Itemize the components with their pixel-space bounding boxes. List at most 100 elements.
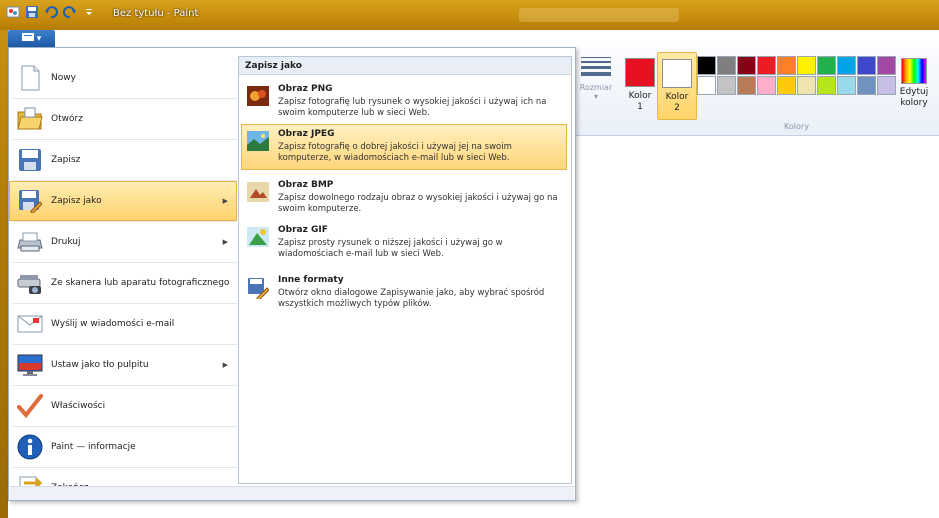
bmp-image-icon xyxy=(247,182,269,202)
redo-icon[interactable] xyxy=(63,5,77,19)
file-menu-item-label: Właściwości xyxy=(51,401,106,411)
save-as-option[interactable]: Obraz PNG Zapisz fotografię lub rysunek o… xyxy=(241,79,567,121)
file-menu-dropdown-icon: ▾ xyxy=(36,33,42,44)
palette-color-swatch[interactable] xyxy=(817,56,836,75)
file-menu-item[interactable]: Zapisz xyxy=(9,140,237,180)
printer-icon xyxy=(17,229,43,255)
save-as-option-title: Obraz JPEG xyxy=(278,129,335,139)
other-formats-icon xyxy=(247,277,270,301)
edit-colors-icon xyxy=(901,58,927,84)
color1-swatch xyxy=(625,58,655,87)
colors-group-label: Kolory xyxy=(784,122,809,131)
palette-color-swatch[interactable] xyxy=(837,76,856,95)
checkmark-icon xyxy=(17,393,43,419)
file-menu-button[interactable]: ▾ xyxy=(8,30,55,47)
palette-color-swatch[interactable] xyxy=(877,56,896,75)
file-menu-item-label: Ustaw jako tło pulpitu xyxy=(51,360,149,370)
window-title: Bez tytułu - Paint xyxy=(113,8,199,19)
palette-color-swatch[interactable] xyxy=(857,56,876,75)
jpeg-image-icon xyxy=(247,131,269,151)
color1-label: Kolor 1 xyxy=(628,91,652,112)
palette-color-swatch[interactable] xyxy=(857,76,876,95)
undo-icon[interactable] xyxy=(44,5,58,19)
palette-color-swatch[interactable] xyxy=(837,56,856,75)
palette-color-swatch[interactable] xyxy=(717,56,736,75)
edit-colors-label: Edytuj kolory xyxy=(899,87,929,108)
file-menu-item-label: Zapisz jako xyxy=(51,196,102,206)
qat-save-icon[interactable] xyxy=(25,5,39,19)
save-as-option-title: Inne formaty xyxy=(278,275,344,285)
save-as-option-title: Obraz GIF xyxy=(278,225,328,235)
save-as-option-description: Zapisz prosty rysunek o niższej jakości … xyxy=(278,238,503,259)
file-menu-item[interactable]: Zapisz jako ▶ xyxy=(9,181,237,221)
file-menu-item-label: Nowy xyxy=(51,73,76,83)
file-menu: Nowy Otwórz Zapisz Zapisz jako ▶ Drukuj ▶ Ze sk… xyxy=(8,47,576,501)
size-button[interactable]: Rozmiar ▾ xyxy=(576,53,616,125)
title-bar-ghost xyxy=(519,8,679,22)
file-menu-item[interactable]: Paint — informacje xyxy=(9,427,237,467)
palette-color-swatch[interactable] xyxy=(757,56,776,75)
file-menu-item[interactable]: Ustaw jako tło pulpitu ▶ xyxy=(9,345,237,385)
palette-color-swatch[interactable] xyxy=(737,56,756,75)
customize-qat-icon[interactable] xyxy=(82,5,96,19)
file-menu-item-label: Zapisz xyxy=(51,155,81,165)
size-label: Rozmiar xyxy=(579,83,613,92)
size-dropdown-icon: ▾ xyxy=(593,92,598,101)
save-as-option[interactable]: Obraz BMP Zapisz dowolnego rodzaju obraz … xyxy=(241,175,567,217)
save-as-option-title: Obraz PNG xyxy=(278,84,333,94)
submenu-arrow-icon: ▶ xyxy=(222,361,228,369)
quick-access-toolbar xyxy=(6,5,96,19)
file-menu-item-label: Ze skanera lub aparatu fotograficznego xyxy=(51,278,230,288)
palette-color-swatch[interactable] xyxy=(757,76,776,95)
info-icon xyxy=(17,434,43,460)
save-as-option[interactable]: Obraz JPEG Zapisz fotografię o dobrej jak… xyxy=(241,124,567,170)
gif-image-icon xyxy=(247,227,269,247)
save-as-option-description: Zapisz fotografię lub rysunek o wysokiej… xyxy=(278,97,547,118)
png-image-icon xyxy=(247,86,269,106)
window-frame-left xyxy=(0,30,8,518)
file-menu-footer xyxy=(10,486,574,500)
file-menu-item-label: Drukuj xyxy=(51,237,81,247)
palette-color-swatch[interactable] xyxy=(817,76,836,95)
save-as-option-description: Zapisz fotografię o dobrej jakości i uży… xyxy=(278,142,512,163)
palette-color-swatch[interactable] xyxy=(797,76,816,95)
file-menu-items: Nowy Otwórz Zapisz Zapisz jako ▶ Drukuj ▶ Ze sk… xyxy=(9,58,237,508)
file-menu-item[interactable]: Właściwości xyxy=(9,386,237,426)
palette-color-swatch[interactable] xyxy=(777,56,796,75)
palette-color-swatch[interactable] xyxy=(697,76,716,95)
desktop-background-icon xyxy=(17,352,43,378)
edit-colors-button[interactable]: Edytuj kolory xyxy=(896,54,932,120)
color-palette xyxy=(697,56,896,95)
paint-app-icon[interactable] xyxy=(6,5,20,19)
file-menu-item[interactable]: Drukuj ▶ xyxy=(9,222,237,262)
file-menu-item[interactable]: Wyślij w wiadomości e-mail xyxy=(9,304,237,344)
submenu-arrow-icon: ▶ xyxy=(222,197,228,205)
color2-button[interactable]: Kolor 2 xyxy=(657,52,697,120)
save-as-icon xyxy=(17,188,43,214)
file-menu-item-label: Paint — informacje xyxy=(51,442,136,452)
save-as-submenu: Zapisz jako Obraz PNG Zapisz fotografię l… xyxy=(238,56,572,484)
save-as-option-description: Zapisz dowolnego rodzaju obraz o wysokie… xyxy=(278,193,558,214)
save-as-option[interactable]: Obraz GIF Zapisz prosty rysunek o niższej… xyxy=(241,220,567,266)
palette-color-swatch[interactable] xyxy=(877,76,896,95)
palette-color-swatch[interactable] xyxy=(717,76,736,95)
color1-button[interactable]: Kolor 1 xyxy=(622,52,658,118)
save-as-option[interactable]: Inne formaty Otwórz okno dialogowe Zapisy… xyxy=(241,270,567,316)
color2-swatch xyxy=(662,59,692,88)
palette-color-swatch[interactable] xyxy=(777,76,796,95)
save-as-option-title: Obraz BMP xyxy=(278,180,334,190)
palette-color-swatch[interactable] xyxy=(797,56,816,75)
save-disk-icon xyxy=(17,147,43,173)
palette-color-swatch[interactable] xyxy=(737,76,756,95)
submenu-arrow-icon: ▶ xyxy=(222,238,228,246)
file-menu-item-label: Otwórz xyxy=(51,114,83,124)
file-menu-item[interactable]: Otwórz xyxy=(9,99,237,139)
file-menu-item[interactable]: Ze skanera lub aparatu fotograficznego xyxy=(9,263,237,303)
file-menu-item[interactable]: Nowy xyxy=(9,58,237,98)
scanner-icon xyxy=(17,270,43,296)
file-menu-item-label: Wyślij w wiadomości e-mail xyxy=(51,319,175,329)
open-folder-icon xyxy=(17,106,43,132)
save-as-option-description: Otwórz okno dialogowe Zapisywanie jako, … xyxy=(278,288,545,309)
palette-color-swatch[interactable] xyxy=(697,56,716,75)
size-lines-icon xyxy=(581,57,611,83)
